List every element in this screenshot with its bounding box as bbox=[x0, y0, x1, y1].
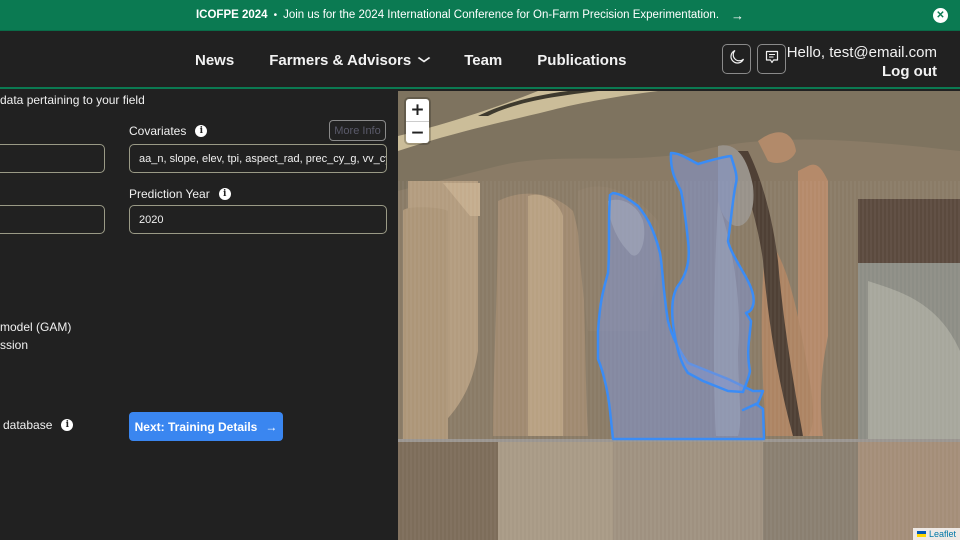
moon-icon bbox=[729, 49, 745, 70]
panel-intro-text: data pertaining to your field bbox=[0, 93, 145, 107]
navbar: News Farmers & Advisors Team Publication… bbox=[0, 31, 960, 89]
zoom-in-button[interactable]: + bbox=[406, 99, 429, 121]
nav-link-label: Team bbox=[464, 51, 503, 69]
nav-link-team[interactable]: Team bbox=[464, 52, 502, 69]
left-input-2[interactable] bbox=[0, 205, 105, 234]
feedback-button[interactable] bbox=[757, 44, 786, 74]
nav-link-publications[interactable]: Publications bbox=[537, 52, 626, 69]
user-greeting: Hello, test@email.com bbox=[786, 44, 937, 61]
model-option-regression[interactable]: ssion bbox=[0, 338, 28, 352]
covariates-input[interactable]: aa_n, slope, elev, tpi, aspect_rad, prec… bbox=[129, 144, 387, 173]
next-training-details-button[interactable]: Next: Training Details → bbox=[129, 412, 283, 441]
close-icon: ✕ bbox=[936, 9, 945, 21]
banner-message: Join us for the 2024 International Confe… bbox=[283, 9, 720, 21]
database-label: database i bbox=[3, 418, 74, 432]
nav-link-label: Farmers & Advisors bbox=[269, 51, 412, 69]
prediction-year-value: 2020 bbox=[139, 213, 164, 226]
leaflet-link[interactable]: Leaflet bbox=[929, 529, 956, 539]
nav-link-news[interactable]: News bbox=[195, 52, 234, 69]
close-banner-button[interactable]: ✕ bbox=[933, 8, 948, 23]
info-icon[interactable]: i bbox=[218, 188, 231, 200]
theme-toggle-button[interactable] bbox=[722, 44, 751, 74]
user-area: Hello, test@email.com Log out bbox=[787, 43, 937, 81]
banner-title: ICOFPE 2024 bbox=[195, 9, 268, 21]
model-option-gam[interactable]: model (GAM) bbox=[0, 320, 71, 334]
prediction-year-label-text: Prediction Year bbox=[129, 187, 210, 201]
announcement-banner: ICOFPE 2024 • Join us for the 2024 Inter… bbox=[0, 0, 960, 31]
database-label-text: database bbox=[3, 418, 53, 432]
arrow-right-icon: → bbox=[265, 419, 278, 434]
model-config-panel: data pertaining to your field Covariates… bbox=[0, 91, 398, 540]
nav-link-label: News bbox=[195, 51, 235, 69]
nav-links: News Farmers & Advisors Team Publication… bbox=[195, 31, 661, 89]
chevron-down-icon bbox=[417, 55, 431, 66]
next-button-label: Next: Training Details bbox=[134, 419, 258, 434]
banner-separator: • bbox=[273, 9, 278, 21]
map-view[interactable]: + − Leaflet bbox=[398, 91, 960, 540]
nav-link-label: Publications bbox=[537, 51, 627, 69]
covariates-input-value: aa_n, slope, elev, tpi, aspect_rad, prec… bbox=[139, 152, 387, 165]
left-input-1[interactable] bbox=[0, 144, 105, 173]
zoom-out-button[interactable]: − bbox=[406, 121, 429, 143]
ukraine-flag-icon bbox=[916, 531, 926, 537]
arrow-right-icon: → bbox=[731, 7, 745, 23]
chat-icon bbox=[764, 49, 780, 70]
more-info-button[interactable]: More Info bbox=[329, 120, 386, 141]
covariates-label-text: Covariates bbox=[129, 124, 187, 138]
zoom-control: + − bbox=[406, 99, 429, 143]
nav-link-farmers-advisors[interactable]: Farmers & Advisors bbox=[269, 51, 431, 69]
info-icon[interactable]: i bbox=[61, 419, 74, 431]
map-attribution[interactable]: Leaflet bbox=[912, 528, 960, 540]
prediction-year-label: Prediction Year i bbox=[129, 187, 231, 201]
banner-link[interactable]: ICOFPE 2024 • Join us for the 2024 Inter… bbox=[196, 8, 744, 23]
logout-link[interactable]: Log out bbox=[787, 62, 937, 81]
info-icon[interactable]: i bbox=[195, 125, 208, 137]
prediction-year-input[interactable]: 2020 bbox=[129, 205, 387, 234]
covariates-label: Covariates i bbox=[129, 124, 208, 138]
satellite-imagery bbox=[398, 91, 960, 540]
